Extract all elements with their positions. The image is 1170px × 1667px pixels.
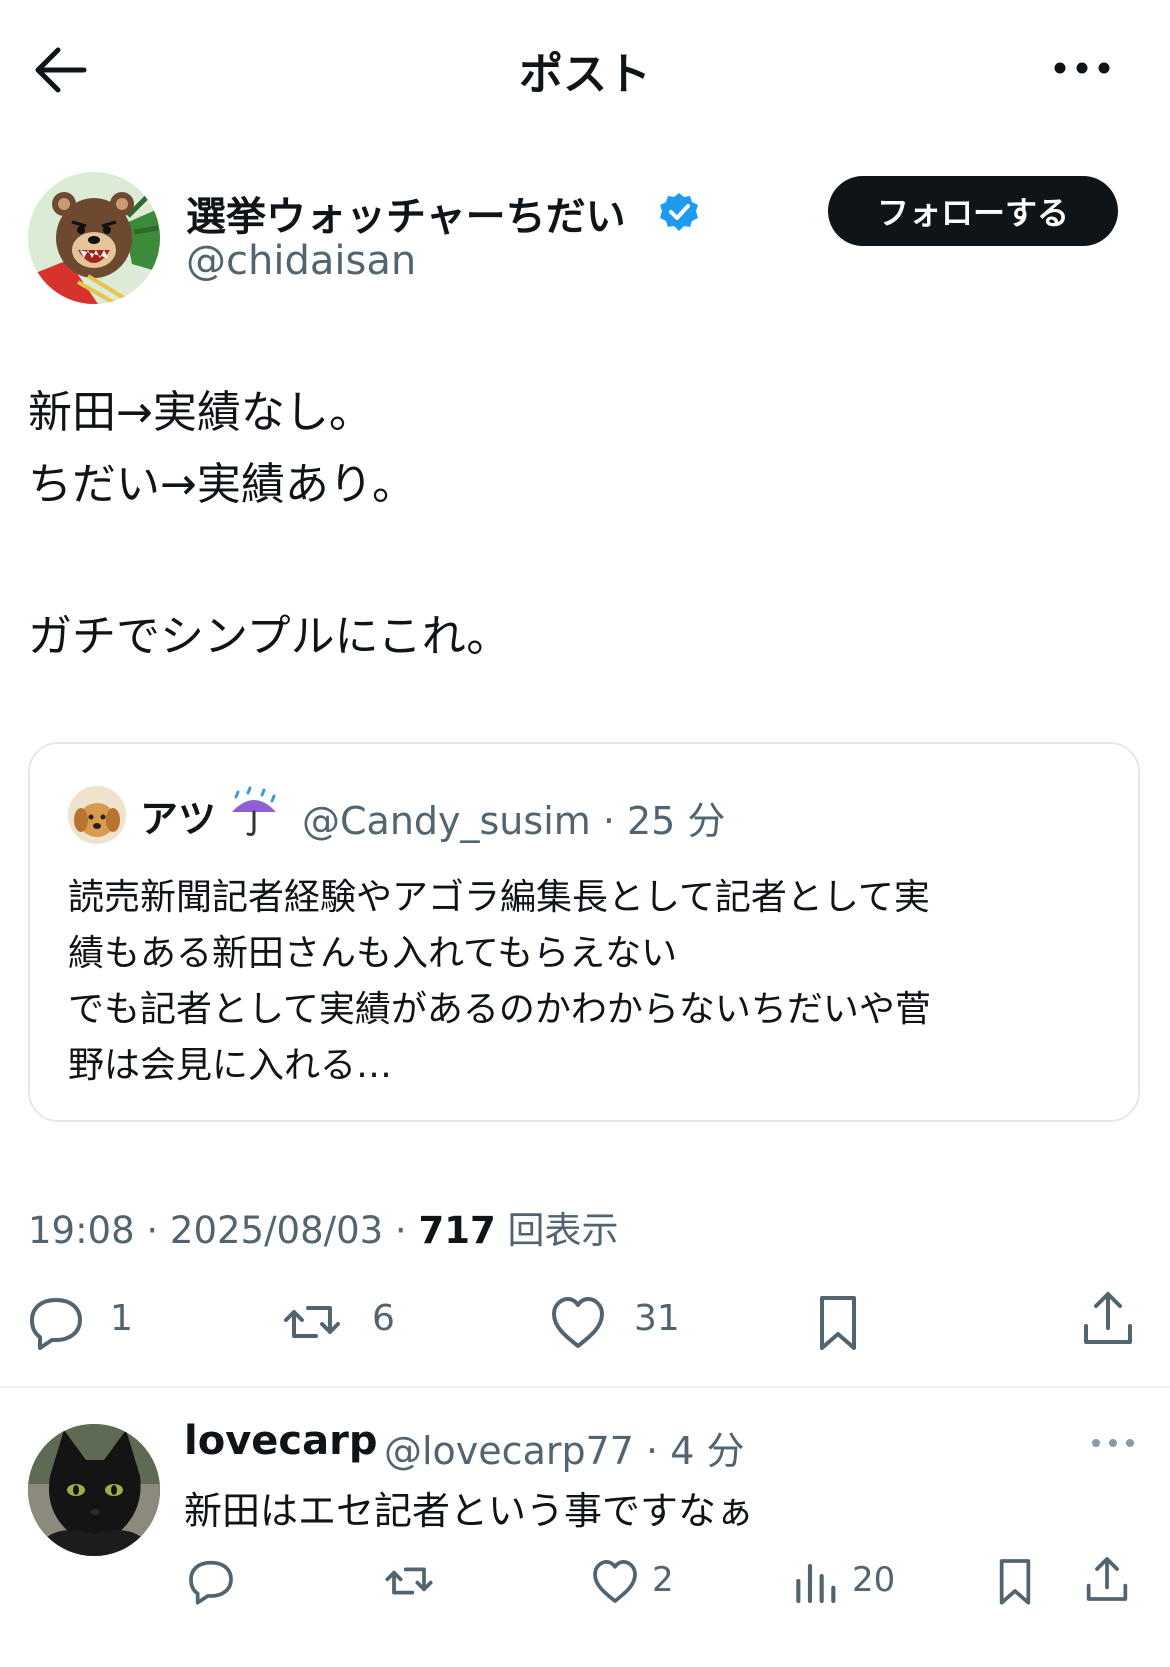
quoted-text-line: 読売新聞記者経験やアゴラ編集長として記者として実 [68, 877, 930, 918]
reply-author-name[interactable]: lovecarp [184, 1418, 377, 1464]
reply-reply-icon[interactable] [186, 1556, 236, 1606]
reply-like-count: 2 [652, 1560, 674, 1600]
reply-icon[interactable] [26, 1292, 86, 1352]
reply-text: 新田はエセ記者という事ですなぁ [184, 1489, 755, 1533]
reply-like-icon[interactable] [590, 1556, 640, 1606]
share-icon[interactable] [1078, 1288, 1138, 1348]
like-count: 31 [634, 1298, 680, 1339]
follow-button[interactable]: フォローする [828, 176, 1118, 246]
repost-icon[interactable] [282, 1292, 342, 1352]
reply-more-icon[interactable] [1088, 1428, 1138, 1458]
view-count[interactable]: 717 [418, 1209, 495, 1252]
post-text-line: ちだい→実績あり。 [28, 459, 416, 510]
quoted-author-avatar [68, 786, 126, 844]
author-name[interactable]: 選挙ウォッチャーちだい [186, 184, 626, 242]
quoted-text-line: 績もある新田さんも入れてもらえない [68, 933, 678, 974]
reply-author-avatar[interactable] [28, 1424, 160, 1556]
quoted-text-line: でも記者として実績があるのかわからないちだいや菅 [68, 989, 931, 1030]
reply-author-handle[interactable]: @lovecarp77 · 4 分 [384, 1420, 744, 1475]
umbrella-rain-icon [226, 784, 282, 840]
like-icon[interactable] [548, 1292, 608, 1352]
post-meta: 19:08 · 2025/08/03 · 717 回表示 [28, 1200, 618, 1254]
quoted-author-name: アツ [140, 797, 217, 841]
divider [0, 1386, 1170, 1388]
view-count-label: 回表示 [495, 1209, 619, 1252]
author-avatar[interactable] [28, 172, 160, 304]
reply-share-icon[interactable] [1082, 1554, 1132, 1604]
page-title: ポスト [519, 49, 651, 100]
quoted-author-handle: @Candy_susim · 25 分 [302, 799, 726, 843]
repost-count: 6 [372, 1298, 395, 1339]
reply-count: 1 [110, 1298, 133, 1339]
quoted-post-card[interactable]: アツ @Candy_susim · 25 分 読売新聞記者経験やアゴラ編集長とし… [28, 742, 1140, 1122]
quoted-text-line: 野は会見に入れる… [68, 1045, 393, 1086]
bookmark-icon[interactable] [808, 1292, 868, 1352]
reply-bookmark-icon[interactable] [990, 1556, 1040, 1606]
author-handle[interactable]: @chidaisan [186, 238, 416, 284]
more-icon[interactable] [1050, 50, 1114, 86]
post-text-line: ガチでシンプルにこれ。 [28, 611, 511, 662]
views-icon[interactable] [790, 1556, 840, 1606]
post-timestamp: 19:08 · 2025/08/03 · [28, 1209, 419, 1252]
verified-badge-icon [658, 191, 700, 233]
post-text-line: 新田→実績なし。 [28, 387, 373, 438]
reply-view-count: 20 [852, 1560, 896, 1600]
reply-repost-icon[interactable] [384, 1556, 434, 1606]
